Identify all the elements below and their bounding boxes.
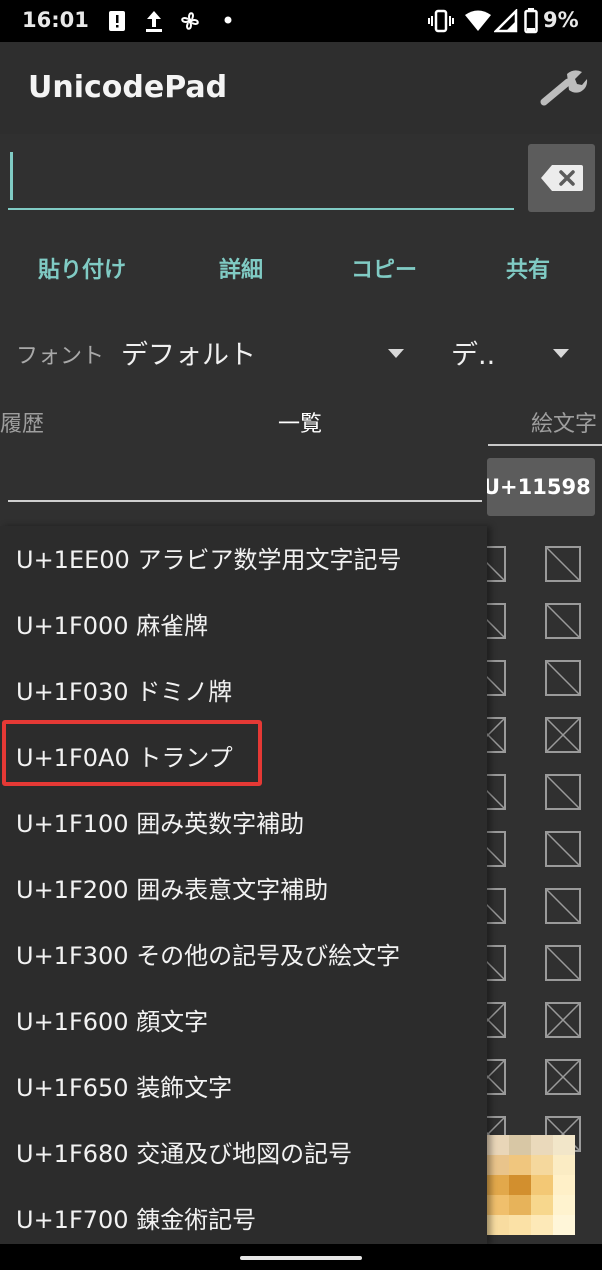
- list-item[interactable]: U+1F600 顔文字: [0, 988, 487, 1054]
- list-item-label: U+1F650 装飾文字: [16, 1074, 233, 1102]
- search-field-underline[interactable]: [8, 500, 482, 502]
- blurred-emoji-preview[interactable]: [487, 1135, 575, 1235]
- glyph-cell[interactable]: [545, 1002, 581, 1038]
- list-item[interactable]: U+1F100 囲み英数字補助: [0, 790, 487, 856]
- dot-icon: [224, 16, 232, 24]
- tab-emoji[interactable]: 絵文字: [531, 406, 597, 438]
- status-time: 16:01: [22, 8, 89, 32]
- list-item-label: U+1F300 その他の記号及び絵文字: [16, 942, 401, 970]
- text-cursor: [10, 152, 13, 200]
- second-font-select[interactable]: デ..: [451, 333, 495, 372]
- glyph-cell[interactable]: [545, 888, 581, 924]
- vibrate-icon: [428, 9, 454, 33]
- glyph-cell[interactable]: [545, 546, 581, 582]
- font-dropdown-icon[interactable]: [388, 349, 404, 358]
- glyph-cell[interactable]: [545, 774, 581, 810]
- list-item-label: U+1F030 ドミノ牌: [16, 678, 233, 706]
- app-title: UnicodePad: [28, 70, 228, 105]
- list-item-label: U+1F700 錬金術記号: [16, 1206, 257, 1234]
- list-item[interactable]: U+1F200 囲み表意文字補助: [0, 856, 487, 922]
- details-button[interactable]: 詳細: [219, 252, 263, 284]
- list-item-label: U+1F680 交通及び地図の記号: [16, 1140, 353, 1168]
- list-item[interactable]: U+1F030 ドミノ牌: [0, 658, 487, 724]
- list-item[interactable]: U+1F700 錬金術記号: [0, 1186, 487, 1246]
- tab-list[interactable]: 一覧: [278, 406, 322, 438]
- code-point-button[interactable]: U+11598: [487, 458, 595, 516]
- list-item-label: U+1F100 囲み英数字補助: [16, 810, 305, 838]
- wifi-icon: [465, 10, 491, 31]
- paste-button[interactable]: 貼り付け: [38, 252, 126, 284]
- second-font-dropdown-icon[interactable]: [553, 349, 569, 358]
- home-gesture-handle[interactable]: [240, 1256, 362, 1260]
- share-button[interactable]: 共有: [506, 252, 550, 284]
- list-item[interactable]: U+1F650 装飾文字: [0, 1054, 487, 1120]
- glyph-cell[interactable]: [545, 831, 581, 867]
- alert-icon: [109, 11, 125, 31]
- copy-button[interactable]: コピー: [351, 252, 417, 284]
- list-item-label: U+1F600 顔文字: [16, 1008, 209, 1036]
- app-bar: UnicodePad: [0, 42, 602, 134]
- list-item-label: U+1F000 麻雀牌: [16, 612, 209, 640]
- glyph-cell[interactable]: [545, 660, 581, 696]
- tab-indicator: [488, 444, 602, 446]
- list-item[interactable]: U+1F680 交通及び地図の記号: [0, 1120, 487, 1186]
- tab-history[interactable]: 履歴: [0, 406, 44, 438]
- glyph-cell[interactable]: [545, 945, 581, 981]
- glyph-cell[interactable]: [545, 603, 581, 639]
- glyph-cell[interactable]: [545, 717, 581, 753]
- signal-icon: [494, 9, 518, 33]
- list-item[interactable]: U+1F000 麻雀牌: [0, 592, 487, 658]
- font-select[interactable]: デフォルト: [121, 333, 256, 372]
- text-input[interactable]: [8, 146, 514, 210]
- list-item-label: U+1EE00 アラビア数学用文字記号: [16, 546, 402, 574]
- selection-highlight-box: [2, 720, 262, 786]
- battery-icon: [524, 8, 538, 34]
- list-item-label: U+1F200 囲み表意文字補助: [16, 876, 329, 904]
- backspace-icon: [541, 165, 583, 191]
- block-dropdown-list[interactable]: U+1EE00 アラビア数学用文字記号 U+1F000 麻雀牌 U+1F030 …: [0, 526, 487, 1246]
- list-item[interactable]: U+1F300 その他の記号及び絵文字: [0, 922, 487, 988]
- font-label: フォント: [16, 344, 105, 369]
- glyph-cell[interactable]: [545, 1059, 581, 1095]
- battery-percent: 9%: [543, 8, 579, 32]
- wrench-icon[interactable]: [538, 68, 588, 108]
- upload-icon: [146, 11, 162, 32]
- list-item[interactable]: U+1EE00 アラビア数学用文字記号: [0, 526, 487, 592]
- pinwheel-icon: [181, 12, 199, 30]
- backspace-button[interactable]: [528, 144, 595, 212]
